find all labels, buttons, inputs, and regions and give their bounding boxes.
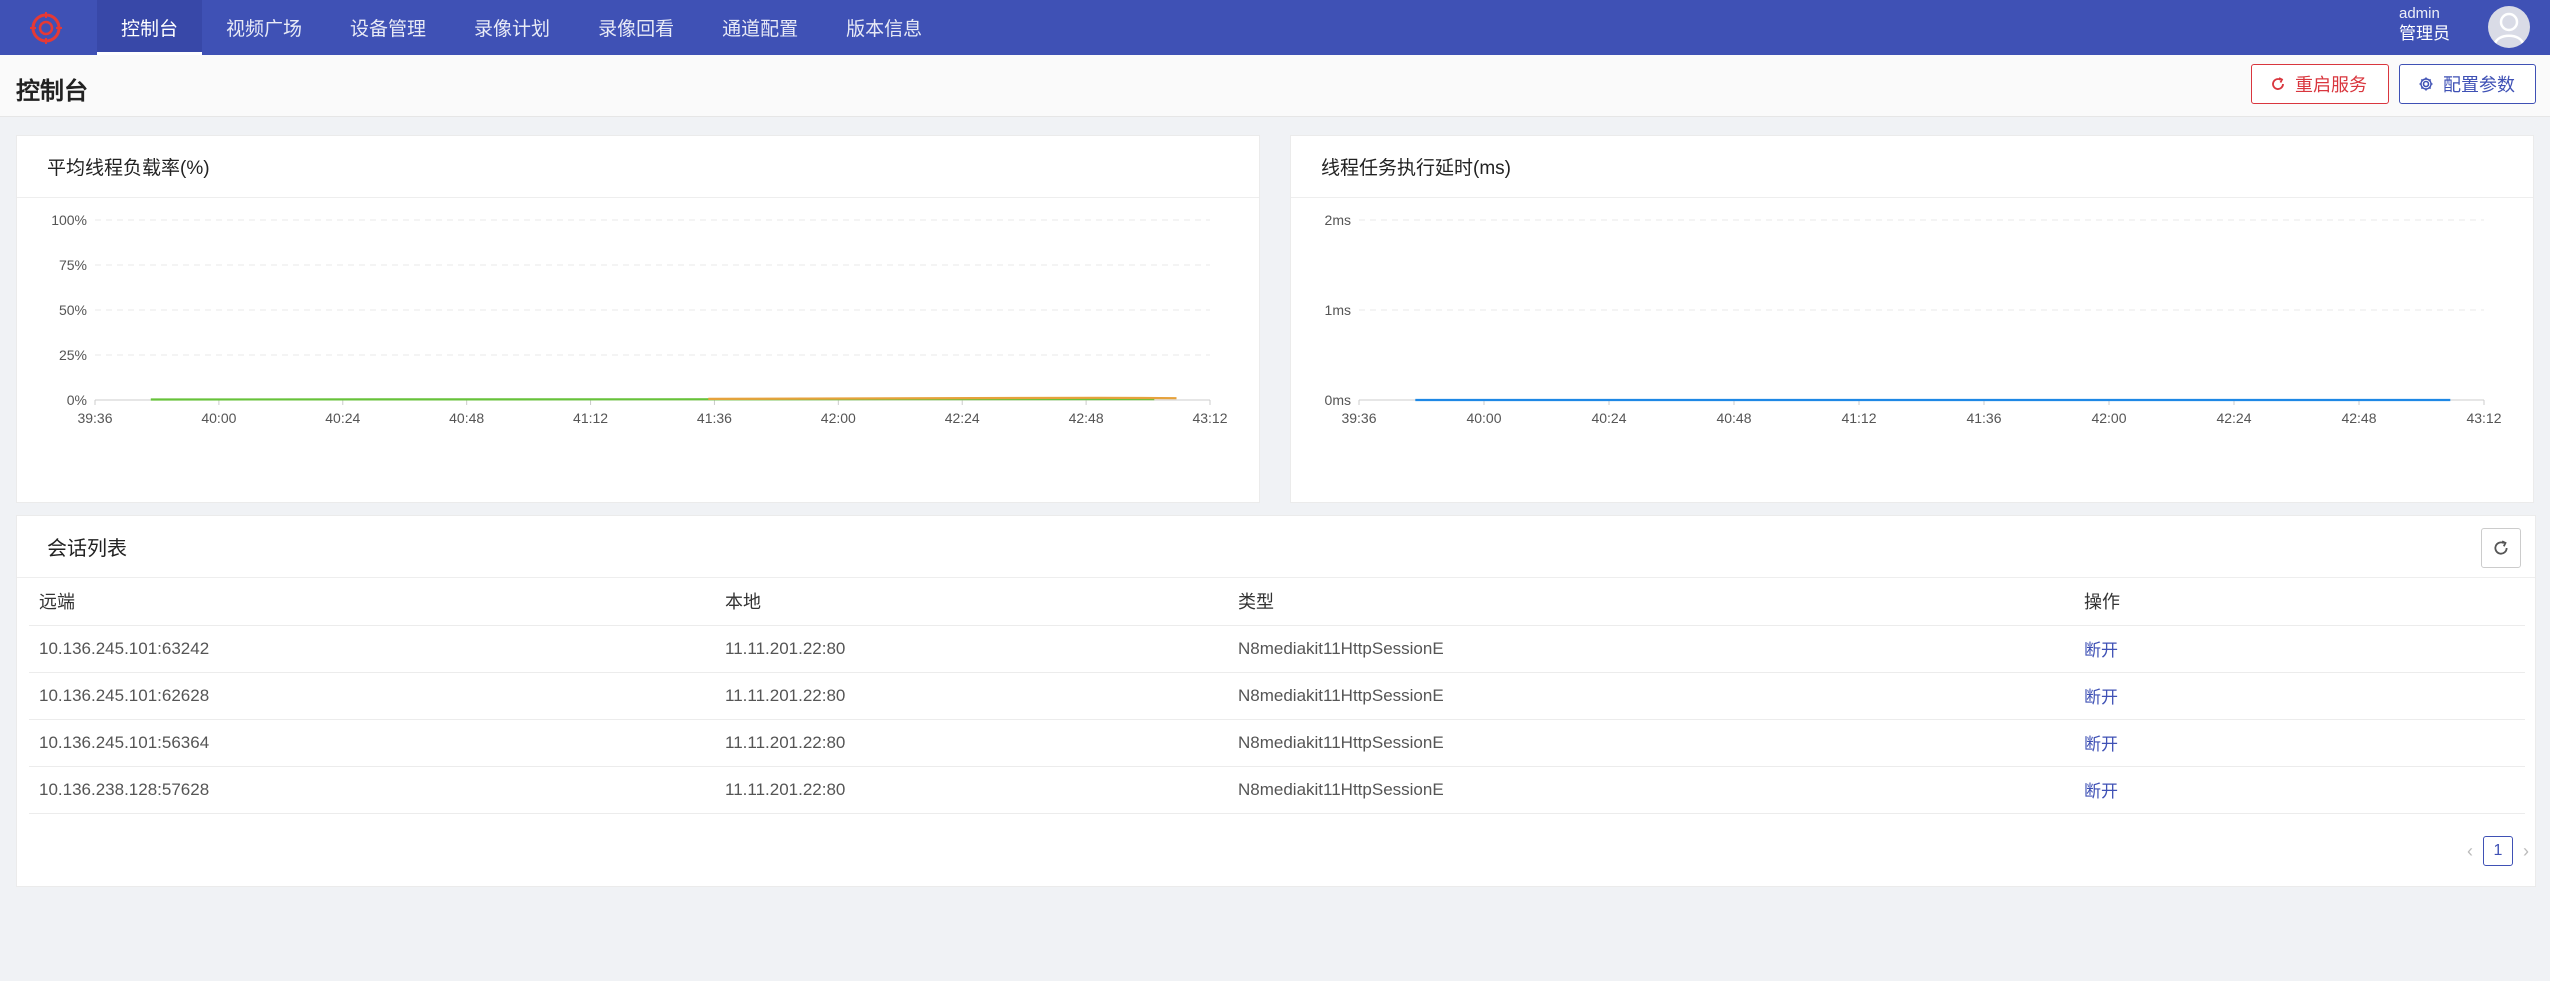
table-row: 10.136.245.101:63242 11.11.201.22:80 N8m… [29, 625, 2525, 673]
logo-icon[interactable] [28, 10, 64, 46]
x-tick-label: 40:48 [449, 410, 484, 426]
x-tick-label: 42:48 [1069, 410, 1104, 426]
x-tick-label: 42:00 [821, 410, 856, 426]
table-row: 10.136.245.101:62628 11.11.201.22:80 N8m… [29, 672, 2525, 720]
refresh-icon [2272, 77, 2284, 90]
x-tick-label: 43:12 [2466, 410, 2501, 426]
x-tick-label: 40:48 [1716, 410, 1751, 426]
y-tick-label: 0% [67, 392, 87, 408]
disconnect-link[interactable]: 断开 [2084, 688, 2118, 707]
y-tick-label: 1ms [1325, 302, 1351, 318]
x-tick-label: 42:24 [945, 410, 980, 426]
cell-type: N8mediakit11HttpSessionE [1228, 719, 2074, 767]
nav-item-video-square[interactable]: 视频广场 [202, 0, 326, 55]
task-delay-chart-card: 线程任务执行延时(ms) 0ms 1ms 2ms 39:36 40:00 40:24 40:… [1290, 135, 2534, 503]
y-tick-label: 100% [51, 212, 87, 228]
gear-icon [2419, 77, 2433, 91]
disconnect-link[interactable]: 断开 [2084, 641, 2118, 660]
x-tick-label: 42:24 [2216, 410, 2251, 426]
x-tick-label: 40:00 [201, 410, 236, 426]
user-avatar-icon [2493, 12, 2525, 45]
user-info[interactable]: admin 管理员 [2399, 5, 2450, 45]
session-list-card: 会话列表 远端 本地 类型 操作 10.136.245.101:63242 11… [16, 515, 2536, 887]
cell-remote: 10.136.238.128:57628 [29, 766, 715, 814]
session-list-title: 会话列表 [47, 538, 127, 560]
x-tick-label: 42:48 [2341, 410, 2376, 426]
cell-local: 11.11.201.22:80 [715, 672, 1228, 720]
avatar[interactable] [2488, 6, 2530, 48]
page-title: 控制台 [16, 78, 88, 105]
top-navbar: 控制台 视频广场 设备管理 录像计划 录像回看 通道配置 版本信息 admin … [0, 0, 2550, 55]
x-tick-label: 40:24 [1591, 410, 1626, 426]
nav-item-device-management[interactable]: 设备管理 [326, 0, 450, 55]
y-tick-label: 25% [59, 347, 87, 363]
x-tick-label: 41:36 [697, 410, 732, 426]
nav-item-dashboard[interactable]: 控制台 [97, 0, 203, 55]
page-number-button[interactable]: 1 [2483, 836, 2513, 866]
restart-service-button[interactable]: 重启服务 [2251, 64, 2389, 104]
refresh-sessions-button[interactable] [2481, 528, 2521, 568]
x-tick-label: 39:36 [1341, 410, 1376, 426]
config-params-label: 配置参数 [2443, 75, 2515, 95]
x-tick-label: 40:00 [1466, 410, 1501, 426]
y-tick-label: 0ms [1325, 392, 1351, 408]
column-header-local: 本地 [715, 578, 1228, 626]
column-header-type: 类型 [1228, 578, 2074, 626]
cell-type: N8mediakit11HttpSessionE [1228, 766, 2074, 814]
y-tick-label: 2ms [1325, 212, 1351, 228]
session-table: 远端 本地 类型 操作 10.136.245.101:63242 11.11.2… [29, 578, 2525, 814]
cell-remote: 10.136.245.101:56364 [29, 719, 715, 767]
cell-remote: 10.136.245.101:62628 [29, 672, 715, 720]
x-tick-label: 41:12 [1841, 410, 1876, 426]
nav-item-record-playback[interactable]: 录像回看 [574, 0, 698, 55]
cell-type: N8mediakit11HttpSessionE [1228, 672, 2074, 720]
x-tick-label: 41:12 [573, 410, 608, 426]
x-tick-label: 40:24 [325, 410, 360, 426]
thread-load-chart-title: 平均线程负载率(%) [17, 136, 1259, 198]
main-menu: 控制台 视频广场 设备管理 录像计划 录像回看 通道配置 版本信息 [97, 0, 946, 55]
x-tick-label: 39:36 [77, 410, 112, 426]
user-name: admin [2399, 5, 2440, 22]
table-header-row: 远端 本地 类型 操作 [29, 578, 2525, 626]
cell-remote: 10.136.245.101:63242 [29, 625, 715, 673]
x-tick-label: 43:12 [1192, 410, 1227, 426]
table-row: 10.136.238.128:57628 11.11.201.22:80 N8m… [29, 766, 2525, 814]
task-delay-chart: 0ms 1ms 2ms 39:36 40:00 40:24 40:48 41:12 41:36 4… [1325, 212, 2502, 426]
session-list-header: 会话列表 [17, 516, 2535, 578]
cell-local: 11.11.201.22:80 [715, 719, 1228, 767]
cell-type: N8mediakit11HttpSessionE [1228, 625, 2074, 673]
cell-local: 11.11.201.22:80 [715, 766, 1228, 814]
task-delay-chart-title: 线程任务执行延时(ms) [1291, 136, 2533, 198]
cell-local: 11.11.201.22:80 [715, 625, 1228, 673]
next-page-icon[interactable]: › [2523, 841, 2529, 862]
disconnect-link[interactable]: 断开 [2084, 735, 2118, 754]
x-tick-label: 41:36 [1966, 410, 2001, 426]
pagination: ‹ 1 › [2467, 836, 2529, 866]
thread-load-chart-card: 平均线程负载率(%) 0% 25% 50% 75% 100% 39:36 40:00 40:2… [16, 135, 1260, 503]
x-tick-label: 42:00 [2091, 410, 2126, 426]
refresh-icon [2494, 540, 2508, 555]
column-header-action: 操作 [2074, 578, 2525, 626]
restart-service-label: 重启服务 [2295, 75, 2367, 95]
nav-item-channel-config[interactable]: 通道配置 [698, 0, 822, 55]
nav-item-version-info[interactable]: 版本信息 [822, 0, 946, 55]
page-header: 控制台 重启服务 配置参数 [0, 55, 2550, 117]
config-params-button[interactable]: 配置参数 [2399, 64, 2536, 104]
column-header-remote: 远端 [29, 578, 715, 626]
prev-page-icon[interactable]: ‹ [2467, 841, 2473, 862]
y-tick-label: 75% [59, 257, 87, 273]
user-role: 管理员 [2399, 24, 2450, 43]
disconnect-link[interactable]: 断开 [2084, 782, 2118, 801]
table-row: 10.136.245.101:56364 11.11.201.22:80 N8m… [29, 719, 2525, 767]
thread-load-chart: 0% 25% 50% 75% 100% 39:36 40:00 40:24 40:48 41:12… [51, 212, 1228, 426]
nav-item-record-plan[interactable]: 录像计划 [450, 0, 574, 55]
y-tick-label: 50% [59, 302, 87, 318]
series-line [708, 396, 1177, 400]
